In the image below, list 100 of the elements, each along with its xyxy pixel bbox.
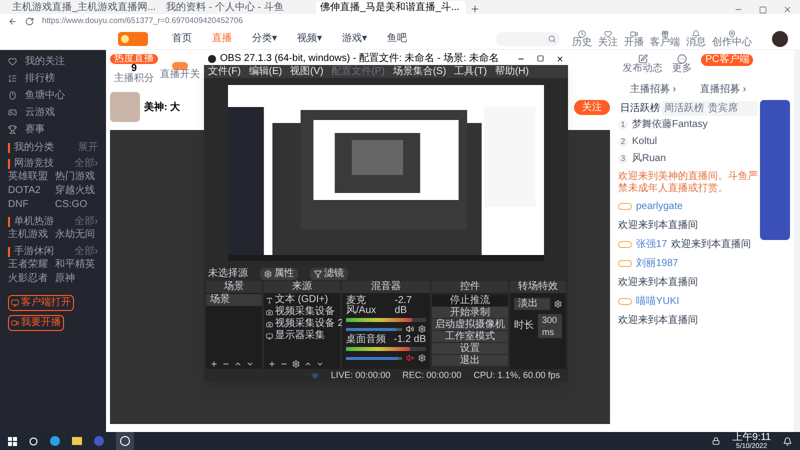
settings-icon[interactable]	[292, 360, 300, 368]
menu-item[interactable]: 场景集合(S)	[392, 66, 446, 76]
chat-user[interactable]: 刘丽1987	[636, 256, 678, 271]
maximize-icon[interactable]	[537, 55, 544, 62]
sidebar-button[interactable]: 客户端打开	[8, 295, 74, 311]
chat-user[interactable]: 喵喵YUKI	[636, 294, 680, 309]
duration-field[interactable]: 300 ms	[538, 314, 562, 338]
header-link[interactable]: 消息	[686, 38, 706, 48]
game-link[interactable]: 火影忍者	[8, 273, 51, 285]
muted-speaker-icon[interactable]	[406, 354, 414, 362]
chat-user[interactable]: pearlygate	[636, 199, 683, 214]
rank-tab[interactable]: 日活跃榜	[618, 101, 662, 116]
source-button[interactable]: 属性	[260, 268, 298, 280]
game-link[interactable]: 主机游戏	[8, 229, 51, 241]
pc-client-button[interactable]: PC客户端	[701, 54, 754, 66]
game-link[interactable]: 英雄联盟	[8, 171, 51, 183]
rank-tab[interactable]: 周活跃榜	[662, 101, 706, 116]
close-icon[interactable]	[556, 54, 564, 62]
browser-tab[interactable]: 我的资料 - 个人中心 - 斗鱼	[162, 1, 312, 14]
menu-item[interactable]: 编辑(E)	[248, 66, 282, 76]
down-icon[interactable]	[246, 360, 254, 368]
start-icon[interactable]	[8, 436, 17, 446]
add-icon[interactable]	[268, 360, 276, 368]
game-link[interactable]: DOTA2	[8, 185, 51, 197]
settings-icon[interactable]	[418, 325, 426, 333]
rank-name[interactable]: 梦舞依藤Fantasy	[632, 117, 708, 132]
rank-tab[interactable]: 贵宾席	[706, 101, 740, 116]
nav-link[interactable]: 首页	[172, 31, 192, 46]
sidebar-button[interactable]: 我要开播	[8, 315, 64, 331]
game-link[interactable]: 王者荣耀	[8, 259, 51, 271]
menu-item[interactable]: 工具(T)	[454, 66, 487, 76]
control-button[interactable]: 退出	[432, 355, 508, 366]
control-button[interactable]: 工作室模式	[432, 331, 508, 342]
browser-tab[interactable]: 主机游戏直播_主机游戏直播网...	[8, 1, 158, 14]
action-link[interactable]: 发布动态	[622, 64, 663, 74]
live-toggle[interactable]	[172, 62, 188, 70]
pin-icon[interactable]	[728, 30, 736, 38]
new-tab-icon[interactable]	[470, 4, 480, 14]
source-button[interactable]: 滤镜	[310, 268, 348, 280]
header-link[interactable]: 关注	[598, 38, 618, 48]
game-link[interactable]: 和平精英	[55, 259, 98, 271]
control-button[interactable]: 设置	[432, 343, 508, 354]
recruit-link[interactable]: 直播招募 ›	[700, 82, 746, 97]
nav-link[interactable]: 鱼吧	[387, 31, 407, 46]
browser-tab[interactable]: 佛伸直播_马是美和谐直播_斗...	[316, 1, 466, 14]
menu-item[interactable]: 视图(V)	[290, 66, 324, 76]
edit-icon[interactable]	[638, 54, 648, 64]
header-link[interactable]: 创作中心	[712, 38, 752, 48]
notification-icon[interactable]	[783, 436, 792, 446]
menu-item[interactable]: 帮助(H)	[494, 66, 529, 76]
nav-link[interactable]: 游戏▾	[342, 31, 367, 46]
sidebar-item[interactable]: 我的关注	[25, 56, 65, 66]
transition-select[interactable]: 淡出	[514, 298, 550, 310]
sidebar-item[interactable]: 鱼塘中心	[25, 90, 65, 100]
settings-icon[interactable]	[418, 354, 426, 362]
action-link[interactable]: 更多	[672, 64, 692, 74]
source-item[interactable]: 视频采集设备	[275, 306, 335, 318]
game-link[interactable]: 原神	[55, 273, 98, 285]
control-button[interactable]: 停止推流	[432, 295, 508, 306]
recruit-link[interactable]: 主播招募 ›	[630, 82, 676, 97]
reload-icon[interactable]	[25, 16, 34, 26]
chat-user[interactable]: 张强17	[636, 237, 668, 252]
control-button[interactable]: 开始录制	[432, 307, 508, 318]
sidebar-item[interactable]: 赛事	[25, 124, 45, 134]
game-link[interactable]: 永劫无间	[55, 229, 98, 241]
nav-link[interactable]: 视频▾	[297, 31, 322, 46]
up-icon[interactable]	[304, 360, 312, 368]
up-icon[interactable]	[234, 360, 242, 368]
game-link[interactable]: CS:GO	[55, 199, 98, 211]
settings-icon[interactable]	[554, 300, 562, 308]
gift-icon[interactable]	[661, 30, 669, 38]
header-link[interactable]: 历史	[572, 38, 592, 48]
sidebar-item[interactable]: 云游戏	[25, 108, 55, 118]
rank-name[interactable]: 风Ruan	[632, 151, 666, 166]
down-icon[interactable]	[316, 360, 324, 368]
add-icon[interactable]	[210, 360, 218, 368]
header-link[interactable]: 开播	[624, 38, 644, 48]
avatar[interactable]	[772, 30, 788, 46]
search-field[interactable]	[496, 32, 560, 46]
back-icon[interactable]	[8, 16, 17, 26]
video-icon[interactable]	[630, 30, 638, 38]
control-button[interactable]: 启动虚拟摄像机	[432, 319, 508, 330]
heart-icon[interactable]	[604, 30, 612, 38]
menu-item[interactable]: 文件(F)	[208, 66, 241, 76]
header-link[interactable]: 客户端	[650, 38, 680, 48]
game-link[interactable]: DNF	[8, 199, 51, 211]
nav-link[interactable]: 分类▾	[252, 31, 277, 46]
source-item[interactable]: 显示器采集	[275, 330, 325, 342]
source-item[interactable]: 文本 (GDI+)	[275, 294, 328, 306]
speaker-icon[interactable]	[406, 325, 414, 333]
all-link[interactable]: 全部›	[74, 217, 98, 227]
rank-name[interactable]: Koltul	[632, 134, 658, 149]
sidebar-item[interactable]: 排行榜	[25, 74, 55, 84]
game-link[interactable]: 穿越火线	[55, 185, 98, 197]
more-icon[interactable]	[677, 54, 688, 64]
all-link[interactable]: 全部›	[74, 159, 98, 169]
game-link[interactable]: 热门游戏	[55, 171, 98, 183]
bell-icon[interactable]	[692, 30, 700, 38]
clock-icon[interactable]	[578, 30, 586, 38]
nav-link[interactable]: 直播	[212, 31, 232, 46]
